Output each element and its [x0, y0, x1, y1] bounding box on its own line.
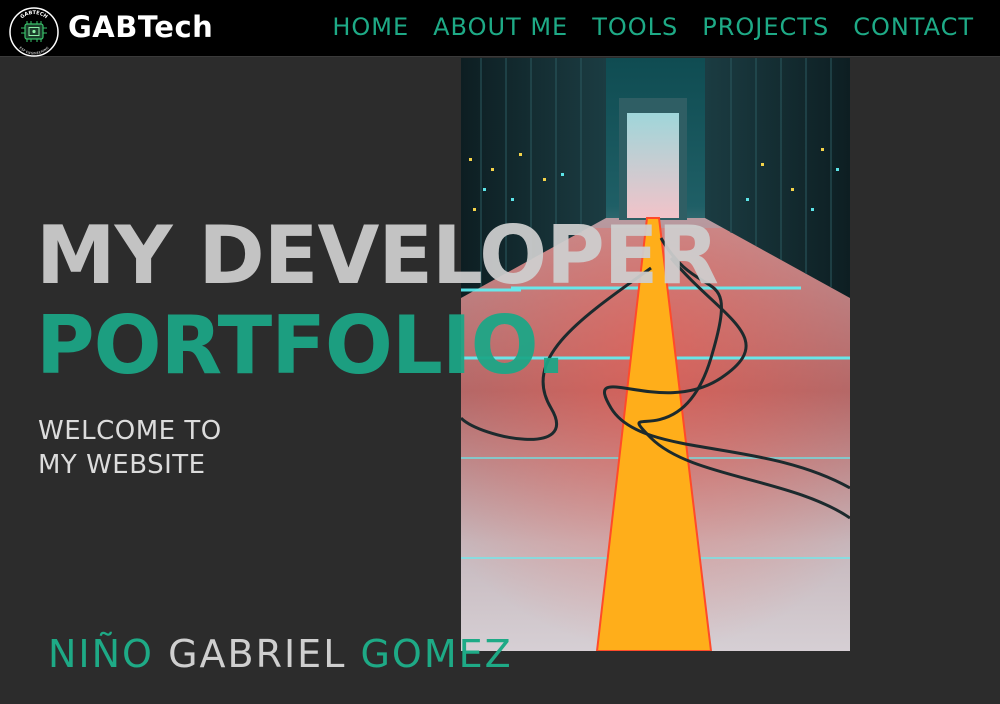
nav-home[interactable]: HOME — [332, 13, 409, 41]
nav-projects[interactable]: PROJECTS — [702, 13, 829, 41]
gabtech-logo[interactable]: GABTECH ESP ENGINEERING — [8, 6, 60, 58]
last-name: GOMEZ — [360, 632, 513, 676]
welcome-text: WELCOME TO MY WEBSITE — [38, 414, 298, 482]
welcome-line2: MY WEBSITE — [38, 450, 206, 480]
owner-name: NIÑO GABRIEL GOMEZ — [48, 632, 513, 676]
first-name: NIÑO — [48, 632, 154, 676]
welcome-line1: WELCOME TO — [38, 416, 222, 446]
main-nav: HOME ABOUT ME TOOLS PROJECTS CONTACT — [332, 13, 974, 41]
hero-title-line1: MY DEVELOPER — [36, 209, 719, 302]
nav-about-me[interactable]: ABOUT ME — [433, 13, 568, 41]
navbar: GABTECH ESP ENGINEERING GABTech HOME ABO… — [0, 0, 1000, 57]
hero-title-line2: PORTFOLIO. — [36, 299, 566, 392]
nav-tools[interactable]: TOOLS — [592, 13, 678, 41]
brand-name[interactable]: GABTech — [68, 10, 213, 44]
nav-contact[interactable]: CONTACT — [853, 13, 974, 41]
middle-name: GABRIEL — [168, 632, 347, 676]
